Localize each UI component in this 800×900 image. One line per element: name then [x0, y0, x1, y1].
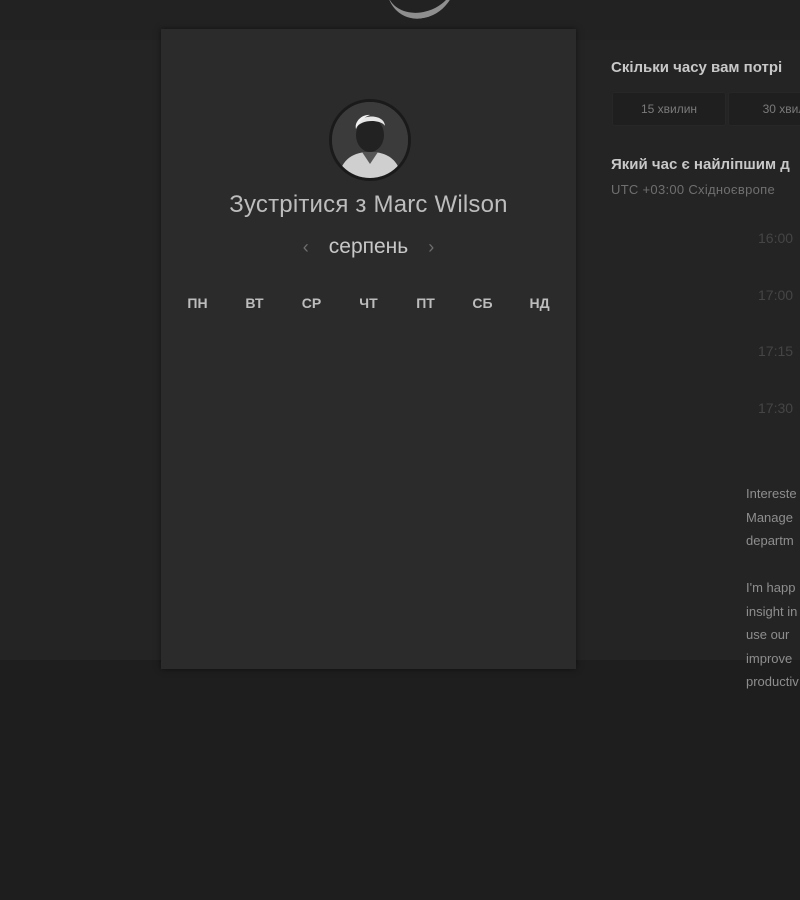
weekday-tue: ВТ — [245, 295, 264, 311]
person-icon — [332, 102, 408, 178]
weekday-fri: ПТ — [416, 295, 435, 311]
duration-question: Скільки часу вам потрі — [611, 59, 783, 76]
next-month-chevron-icon[interactable]: › — [420, 237, 442, 258]
weekday-sun: НД — [529, 295, 550, 311]
time-slot[interactable]: 16:00 — [758, 230, 793, 246]
description-line: improve — [746, 650, 793, 666]
timezone-selector[interactable]: UTC +03:00 Східноєвропе — [611, 182, 775, 197]
time-question: Який час є найліпшим д — [611, 156, 790, 173]
background-bottom — [0, 660, 800, 900]
description-line: Manage — [746, 509, 793, 525]
weekday-mon: ПН — [187, 295, 208, 311]
description-line: productiv — [746, 674, 799, 689]
description-line: Intereste — [746, 486, 797, 501]
duration-option-30[interactable]: 30 хвил — [728, 92, 800, 126]
time-slot[interactable]: 17:30 — [758, 400, 793, 416]
weekday-wed: СР — [301, 295, 322, 311]
meeting-title: Зустрітися з Marc Wilson — [229, 191, 508, 218]
time-slot[interactable]: 17:15 — [758, 343, 793, 359]
duration-option-15[interactable]: 15 хвилин — [612, 92, 726, 126]
description-paragraph-2: I'm happ insight in use our improve prod… — [746, 576, 799, 694]
scheduler-card: Зустрітися з Marc Wilson ‹ серпень › ПН ВТ… — [161, 29, 576, 669]
month-label: серпень — [328, 235, 409, 258]
page: Зустрітися з Marc Wilson ‹ серпень › ПН ВТ… — [0, 0, 800, 900]
description-paragraph-1: Intereste Manage departm — [746, 482, 797, 553]
description-line: departm — [746, 533, 794, 548]
prev-month-chevron-icon[interactable]: ‹ — [295, 237, 317, 258]
description-line: use our — [746, 627, 790, 642]
month-navigator: ‹ серпень › — [161, 235, 576, 259]
avatar — [329, 99, 411, 181]
time-slot[interactable]: 17:00 — [758, 287, 793, 303]
weekday-thu: ЧТ — [359, 295, 378, 311]
weekday-header: ПН ВТ СР ЧТ ПТ СБ НД — [161, 295, 576, 311]
weekday-sat: СБ — [472, 295, 493, 311]
description-line: I'm happ — [746, 580, 796, 595]
description-line: insight in — [746, 603, 798, 619]
